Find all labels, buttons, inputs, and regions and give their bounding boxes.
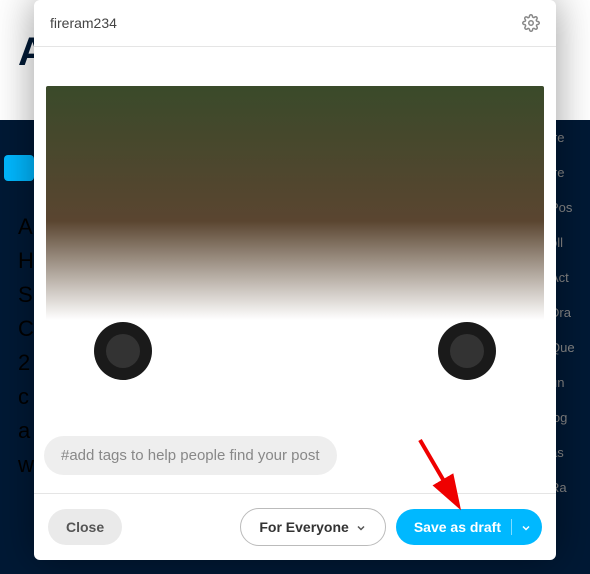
- author-username: fireram234: [50, 15, 117, 31]
- tag-input-row: #add tags to help people find your post: [34, 424, 556, 493]
- save-as-draft-label: Save as draft: [414, 519, 501, 535]
- save-as-draft-button[interactable]: Save as draft: [396, 509, 542, 545]
- background-right-text: ire ire Pos oll Act Dra Que un log as Ra: [550, 120, 590, 505]
- image-area: [34, 47, 556, 424]
- close-button-label: Close: [66, 519, 104, 535]
- chevron-down-icon[interactable]: [520, 521, 532, 533]
- uploaded-image[interactable]: [46, 86, 544, 386]
- gear-icon[interactable]: [522, 14, 540, 32]
- audience-selector[interactable]: For Everyone: [240, 508, 385, 546]
- post-editor-modal: fireram234 #add tags to help people find…: [34, 0, 556, 560]
- background-accent-block: [4, 155, 34, 181]
- audience-label: For Everyone: [259, 519, 348, 535]
- button-divider: [511, 519, 512, 535]
- image-content-wheel: [94, 322, 152, 380]
- image-content-wheel: [438, 322, 496, 380]
- modal-body: #add tags to help people find your post: [34, 47, 556, 493]
- background-left-text: A H S C 2 c a w: [18, 210, 34, 482]
- modal-header: fireram234: [34, 0, 556, 47]
- tag-input[interactable]: #add tags to help people find your post: [44, 436, 337, 475]
- modal-footer: Close For Everyone Save as draft: [34, 493, 556, 560]
- chevron-down-icon: [355, 521, 367, 533]
- close-button[interactable]: Close: [48, 509, 122, 545]
